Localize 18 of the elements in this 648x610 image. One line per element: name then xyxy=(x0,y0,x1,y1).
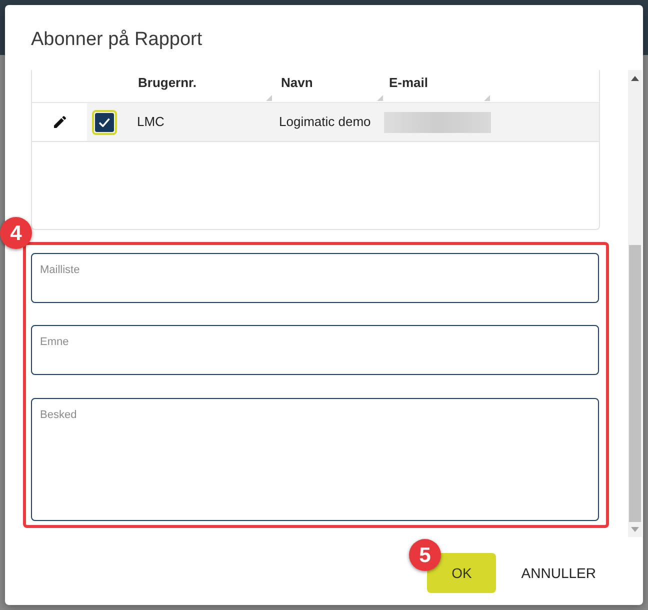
column-header[interactable]: E-mail xyxy=(389,73,428,93)
column-header[interactable]: Navn xyxy=(281,73,313,93)
scroll-down-arrow-icon[interactable] xyxy=(631,527,639,532)
resize-corner-icon[interactable] xyxy=(484,95,490,101)
table-cell-text: LMC xyxy=(137,113,164,132)
scrollbar-thumb[interactable] xyxy=(629,245,641,522)
step-number-badge: 4 xyxy=(0,217,32,249)
checkmark-icon xyxy=(99,118,110,126)
resize-corner-icon[interactable] xyxy=(266,95,272,101)
step-number-badge: 5 xyxy=(409,539,441,571)
scroll-up-arrow-icon[interactable] xyxy=(631,76,639,81)
pencil-icon[interactable] xyxy=(52,114,68,130)
checkbox[interactable] xyxy=(92,110,117,134)
table-cell-text: Logimatic demo xyxy=(279,113,371,132)
dialog-title: Abonner på Rapport xyxy=(31,28,202,52)
column-header[interactable]: Brugernr. xyxy=(138,73,197,93)
cancel-button[interactable]: ANNULLER xyxy=(509,553,608,593)
resize-corner-icon[interactable] xyxy=(377,95,383,101)
